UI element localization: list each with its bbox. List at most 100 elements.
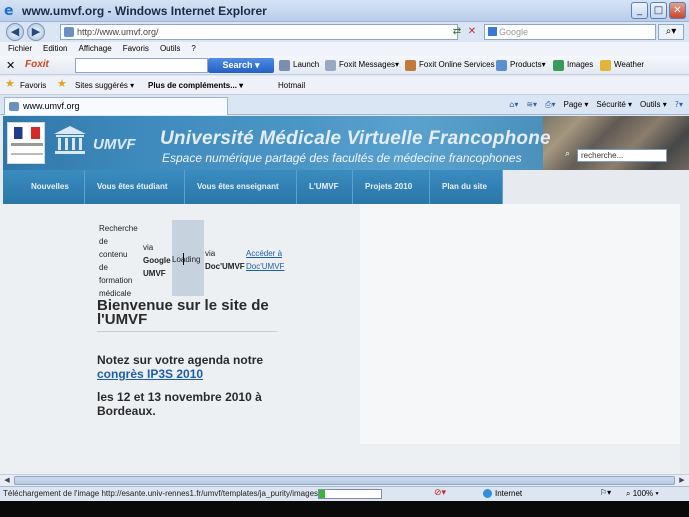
nav-projets-2010[interactable]: Projets 2010 <box>353 170 430 204</box>
nav-plan-du-site[interactable]: Plan du site <box>430 170 503 204</box>
google-icon <box>488 27 497 36</box>
nav-enseignant[interactable]: Vous êtes enseignant <box>185 170 297 204</box>
zoom-level[interactable]: ⌕ 100% ▾ <box>626 488 659 500</box>
search-description: Recherche de contenu de formation médica… <box>99 224 138 298</box>
site-search-input[interactable]: recherche... <box>577 149 667 162</box>
access-documvf-link[interactable]: Accéder à Doc'UMVF <box>246 247 290 273</box>
scroll-right-icon[interactable]: ▶ <box>676 475 688 486</box>
republic-logo[interactable] <box>7 122 45 164</box>
popup-blocker-icon[interactable]: ⊘▾ <box>434 488 446 498</box>
foxit-online-services[interactable]: Foxit Online Services <box>405 59 495 71</box>
site-subtitle: Espace numérique partagé des facultés de… <box>162 151 522 165</box>
foxit-products[interactable]: Products ▾ <box>496 59 546 71</box>
site-favicon-icon <box>64 27 74 37</box>
refresh-icon[interactable]: ⇄ <box>450 24 464 40</box>
web-search-button[interactable]: ⌕▾ <box>658 24 684 40</box>
menu-item-outils[interactable]: Outils <box>160 42 180 56</box>
favorites-star-icon: ★ <box>5 77 15 90</box>
weather-icon <box>600 59 611 71</box>
horizontal-scrollbar[interactable]: ◀ ▶ <box>0 474 689 486</box>
favorites-button[interactable]: Favoris <box>20 80 46 91</box>
tab-row: www.umvf.org ⌂▾ ≋▾ ⎙▾ Page ▾ Sécurité ▾ … <box>0 95 689 115</box>
via-documvf: via Doc'UMVF <box>205 249 245 271</box>
forward-button[interactable]: ▶ <box>27 23 45 41</box>
congress-link[interactable]: congrès IP3S 2010 <box>97 367 203 381</box>
umvf-temple-icon <box>54 126 86 154</box>
page-menu[interactable]: Page ▾ <box>563 98 588 111</box>
close-button[interactable]: ✕ <box>669 2 686 19</box>
back-button[interactable]: ◀ <box>6 23 24 41</box>
tab-umvf[interactable]: www.umvf.org <box>4 97 228 115</box>
products-icon <box>496 59 507 71</box>
address-url: http://www.umvf.org/ <box>77 27 159 37</box>
more-addons[interactable]: Plus de compléments... ▾ <box>148 80 243 91</box>
suggested-sites[interactable]: Sites suggérés ▾ <box>75 80 134 91</box>
header-search-icon: ⌕ <box>565 149 571 159</box>
command-bar: ⌂▾ ≋▾ ⎙▾ Page ▾ Sécurité ▾ Outils ▾ ?▾ <box>509 98 683 111</box>
home-icon[interactable]: ⌂▾ <box>509 98 518 111</box>
umvf-logo-text[interactable]: UMVF <box>93 136 136 153</box>
menu-item-edition[interactable]: Edition <box>43 42 67 56</box>
foxit-launch[interactable]: Launch <box>279 59 319 71</box>
window-titlebar[interactable]: e www.umvf.org - Windows Internet Explor… <box>0 0 689 22</box>
globe-icon <box>483 489 492 499</box>
site-nav: Nouvelles Vous êtes étudiant Vous êtes e… <box>3 170 503 204</box>
tab-favicon-icon <box>9 102 19 111</box>
nav-umvf[interactable]: L'UMVF <box>297 170 353 204</box>
minimize-button[interactable]: _ <box>631 2 648 19</box>
maximize-button[interactable]: □ <box>650 2 667 19</box>
services-icon <box>405 59 416 71</box>
help-icon[interactable]: ?▾ <box>675 98 683 111</box>
add-favorite-icon[interactable]: ★ <box>57 78 67 89</box>
site-header: UMVF Université Médicale Virtuelle Franc… <box>3 116 689 170</box>
scroll-thumb[interactable] <box>14 476 675 485</box>
download-progress <box>318 489 382 499</box>
print-icon[interactable]: ⎙▾ <box>545 98 555 111</box>
foxit-images[interactable]: Images <box>553 59 593 71</box>
favorites-bar: ★ Favoris ★ Sites suggérés ▾ Plus de com… <box>0 76 689 95</box>
web-search-input[interactable]: Google <box>484 24 656 40</box>
foxit-logo[interactable]: Foxit <box>25 59 49 70</box>
close-toolbar-icon[interactable]: ✕ <box>6 59 15 72</box>
address-bar[interactable]: http://www.umvf.org/ <box>60 24 458 40</box>
images-icon <box>553 59 564 71</box>
foxit-messages[interactable]: Foxit Messages ▾ <box>325 59 399 71</box>
heading-divider <box>97 331 277 332</box>
welcome-heading: Bienvenue sur le site de l'UMVF <box>97 297 269 328</box>
menu-bar: Fichier Edition Affichage Favoris Outils… <box>0 42 689 56</box>
foxit-search-button[interactable]: Search ▾ <box>208 58 274 73</box>
protected-mode-icon[interactable]: ⚐▾ <box>600 488 611 497</box>
ie-logo-icon: e <box>4 2 14 19</box>
taskbar <box>0 501 689 517</box>
window-title: www.umvf.org - Windows Internet Explorer <box>22 3 267 18</box>
menu-item-affichage[interactable]: Affichage <box>78 42 111 56</box>
text-cursor <box>183 253 184 265</box>
congress-dates: les 12 et 13 novembre 2010 à Bordeaux. <box>97 390 262 418</box>
nav-nouvelles[interactable]: Nouvelles <box>3 170 85 204</box>
web-search-placeholder: Google <box>499 27 529 37</box>
site-title: Université Médicale Virtuelle Francophon… <box>160 128 551 149</box>
tools-menu[interactable]: Outils ▾ <box>640 98 667 111</box>
stop-icon[interactable]: ✕ <box>465 24 479 40</box>
security-menu[interactable]: Sécurité ▾ <box>596 98 632 111</box>
google-search-loading[interactable]: Loading <box>172 220 204 296</box>
address-row: ◀ ▶ http://www.umvf.org/ ⇄ ✕ Google ⌕▾ <box>0 22 689 42</box>
menu-item-help[interactable]: ? <box>191 42 195 56</box>
launch-icon <box>279 59 290 71</box>
status-text: Téléchargement de l'image http://esante.… <box>3 489 336 498</box>
agenda-note: Notez sur votre agenda notre congrès IP3… <box>97 353 264 381</box>
foxit-search-input[interactable] <box>75 58 208 73</box>
messages-icon <box>325 59 336 71</box>
status-bar: Téléchargement de l'image http://esante.… <box>0 486 689 500</box>
security-zone[interactable]: Internet <box>483 488 522 500</box>
menu-item-favoris[interactable]: Favoris <box>123 42 149 56</box>
via-google-umvf: via Google UMVF <box>143 243 171 278</box>
hotmail-link[interactable]: Hotmail <box>278 80 305 91</box>
feeds-icon[interactable]: ≋▾ <box>526 98 537 111</box>
foxit-toolbar: ✕ Foxit Search ▾ Launch Foxit Messages ▾… <box>0 56 689 75</box>
menu-item-fichier[interactable]: Fichier <box>8 42 32 56</box>
nav-etudiant[interactable]: Vous êtes étudiant <box>85 170 185 204</box>
foxit-weather[interactable]: Weather <box>600 59 644 71</box>
tab-label: www.umvf.org <box>23 101 80 111</box>
scroll-left-icon[interactable]: ◀ <box>1 475 13 486</box>
